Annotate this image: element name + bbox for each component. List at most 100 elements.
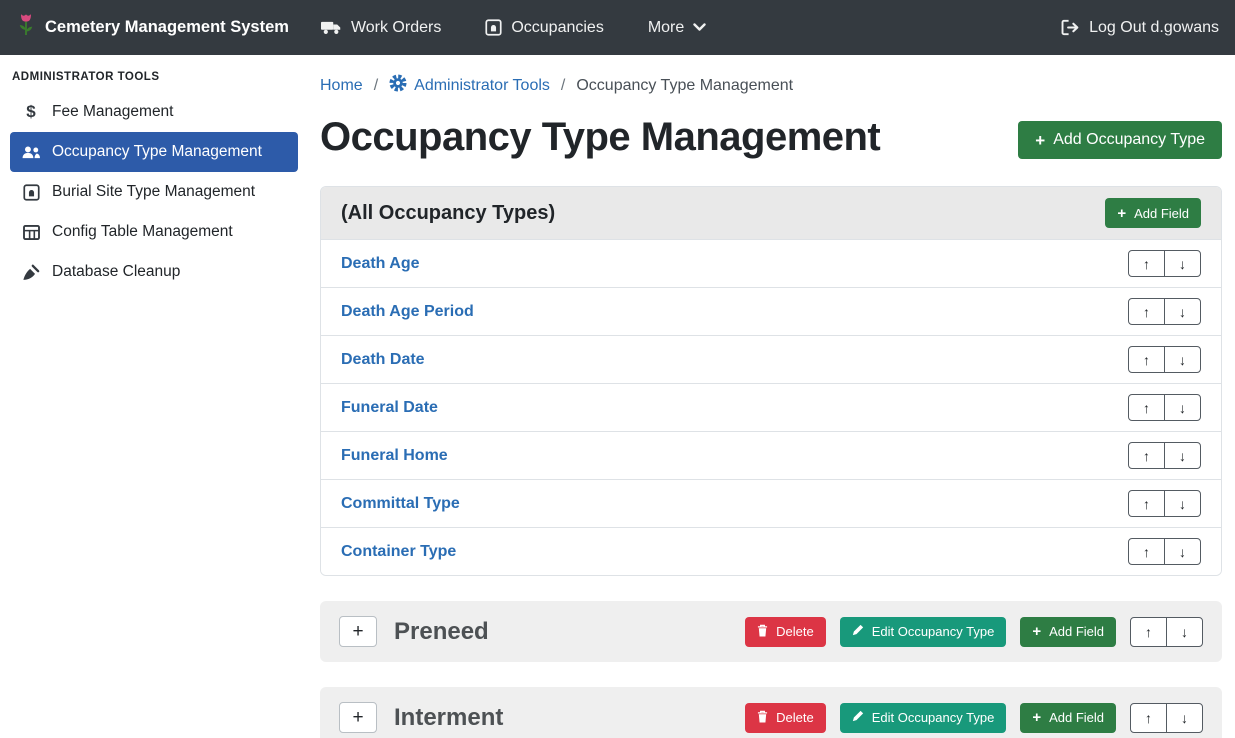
app-root: Cemetery Management System Work Orders (0, 0, 1235, 738)
move-down-button[interactable]: ↓ (1164, 394, 1201, 421)
move-up-button[interactable]: ↑ (1128, 490, 1165, 517)
up-arrow-icon: ↑ (1143, 400, 1150, 416)
logout-button[interactable]: Log Out d.gowans (1061, 19, 1219, 37)
move-up-button[interactable]: ↑ (1128, 442, 1165, 469)
delete-button[interactable]: Delete (745, 617, 826, 647)
breadcrumb-separator: / (374, 77, 378, 95)
nav-occupancies[interactable]: Occupancies (485, 19, 604, 37)
down-arrow-icon: ↓ (1179, 352, 1186, 368)
nav-work-orders-label: Work Orders (351, 19, 441, 37)
up-arrow-icon: ↑ (1143, 256, 1150, 272)
sidebar-item-label: Burial Site Type Management (52, 183, 255, 201)
nav-more[interactable]: More (648, 19, 706, 37)
move-up-button[interactable]: ↑ (1128, 250, 1165, 277)
section-controls: Delete Edit Occupancy Type + Add Field (745, 617, 1203, 647)
app-brand[interactable]: Cemetery Management System (16, 11, 289, 44)
reorder-group: ↑ ↓ (1128, 394, 1201, 421)
sidebar-item-label: Fee Management (52, 103, 174, 121)
field-row: Death Age ↑ ↓ (321, 239, 1221, 287)
up-arrow-icon: ↑ (1143, 496, 1150, 512)
move-up-button[interactable]: ↑ (1128, 298, 1165, 325)
sidebar-item-label: Database Cleanup (52, 263, 180, 281)
field-link-container-type[interactable]: Container Type (341, 543, 456, 561)
add-field-button[interactable]: + Add Field (1020, 703, 1116, 733)
sidebar-item-occupancy-type-management[interactable]: Occupancy Type Management (10, 132, 298, 172)
down-arrow-icon: ↓ (1179, 544, 1186, 560)
move-down-button[interactable]: ↓ (1164, 538, 1201, 565)
down-arrow-icon: ↓ (1179, 400, 1186, 416)
app-title: Cemetery Management System (45, 18, 289, 37)
edit-occupancy-type-label: Edit Occupancy Type (872, 624, 995, 639)
expand-button[interactable]: + (339, 616, 377, 647)
field-row: Funeral Date ↑ ↓ (321, 383, 1221, 431)
move-down-button[interactable]: ↓ (1166, 703, 1203, 733)
delete-button[interactable]: Delete (745, 703, 826, 733)
field-row: Funeral Home ↑ ↓ (321, 431, 1221, 479)
sidebar-item-label: Config Table Management (52, 223, 233, 241)
headstone-frame-icon (20, 184, 42, 201)
reorder-group: ↑ ↓ (1128, 490, 1201, 517)
add-occupancy-type-button[interactable]: + Add Occupancy Type (1018, 121, 1222, 159)
plus-icon: + (1032, 710, 1041, 725)
edit-occupancy-type-button[interactable]: Edit Occupancy Type (840, 617, 1007, 647)
nav-work-orders[interactable]: Work Orders (321, 19, 441, 37)
add-field-button[interactable]: + Add Field (1105, 198, 1201, 228)
move-up-button[interactable]: ↑ (1128, 394, 1165, 421)
top-navbar: Cemetery Management System Work Orders (0, 0, 1235, 55)
down-arrow-icon: ↓ (1181, 710, 1188, 726)
up-arrow-icon: ↑ (1143, 352, 1150, 368)
navbar-links: Work Orders Occupancies More (321, 19, 706, 37)
move-down-button[interactable]: ↓ (1164, 298, 1201, 325)
all-occupancy-types-card: (All Occupancy Types) + Add Field Death … (320, 186, 1222, 576)
up-arrow-icon: ↑ (1143, 304, 1150, 320)
pencil-icon (852, 710, 864, 725)
reorder-group: ↑ ↓ (1130, 617, 1203, 647)
reorder-group: ↑ ↓ (1130, 703, 1203, 733)
logout-label: Log Out d.gowans (1089, 19, 1219, 37)
field-link-committal-type[interactable]: Committal Type (341, 495, 460, 513)
move-up-button[interactable]: ↑ (1130, 617, 1167, 647)
edit-occupancy-type-label: Edit Occupancy Type (872, 710, 995, 725)
move-down-button[interactable]: ↓ (1164, 346, 1201, 373)
broom-icon (20, 264, 42, 281)
up-arrow-icon: ↑ (1143, 448, 1150, 464)
down-arrow-icon: ↓ (1179, 256, 1186, 272)
sidebar-item-label: Occupancy Type Management (52, 143, 262, 161)
sidebar-item-config-table-management[interactable]: Config Table Management (10, 212, 298, 252)
field-link-funeral-home[interactable]: Funeral Home (341, 447, 448, 465)
move-up-button[interactable]: ↑ (1130, 703, 1167, 733)
sidebar-item-database-cleanup[interactable]: Database Cleanup (10, 252, 298, 292)
down-arrow-icon: ↓ (1179, 304, 1186, 320)
field-link-death-date[interactable]: Death Date (341, 351, 425, 369)
move-down-button[interactable]: ↓ (1164, 442, 1201, 469)
add-field-label: Add Field (1049, 710, 1104, 725)
field-link-death-age[interactable]: Death Age (341, 255, 420, 273)
add-field-button[interactable]: + Add Field (1020, 617, 1116, 647)
breadcrumb-current: Occupancy Type Management (576, 77, 793, 95)
field-link-funeral-date[interactable]: Funeral Date (341, 399, 438, 417)
occupancy-type-section-preneed: + Preneed Delete (320, 601, 1222, 662)
add-field-label: Add Field (1134, 206, 1189, 221)
breadcrumb-separator: / (561, 77, 565, 95)
breadcrumb-home[interactable]: Home (320, 77, 363, 95)
sidebar-item-fee-management[interactable]: $ Fee Management (10, 92, 298, 132)
sidebar-section-header: Administrator Tools (0, 61, 308, 92)
breadcrumb-admin-tools[interactable]: Administrator Tools (389, 74, 550, 97)
move-up-button[interactable]: ↑ (1128, 538, 1165, 565)
down-arrow-icon: ↓ (1179, 448, 1186, 464)
field-link-death-age-period[interactable]: Death Age Period (341, 303, 474, 321)
field-row: Container Type ↑ ↓ (321, 527, 1221, 575)
expand-button[interactable]: + (339, 702, 377, 733)
edit-occupancy-type-button[interactable]: Edit Occupancy Type (840, 703, 1007, 733)
body-row: Administrator Tools $ Fee Management Occ… (0, 55, 1235, 738)
nav-occupancies-label: Occupancies (511, 19, 604, 37)
dollar-icon: $ (20, 102, 42, 122)
sidebar-item-burial-site-type-management[interactable]: Burial Site Type Management (10, 172, 298, 212)
trash-icon (757, 710, 768, 726)
up-arrow-icon: ↑ (1145, 624, 1152, 640)
move-up-button[interactable]: ↑ (1128, 346, 1165, 373)
move-down-button[interactable]: ↓ (1166, 617, 1203, 647)
reorder-group: ↑ ↓ (1128, 442, 1201, 469)
move-down-button[interactable]: ↓ (1164, 250, 1201, 277)
move-down-button[interactable]: ↓ (1164, 490, 1201, 517)
